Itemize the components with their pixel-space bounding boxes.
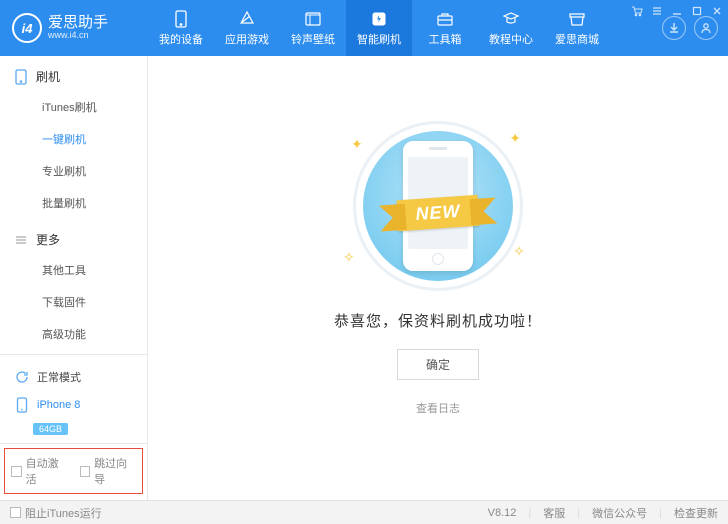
sidebar-item-oneclick-flash[interactable]: 一键刷机 xyxy=(42,123,147,155)
sidebar-item-batch-flash[interactable]: 批量刷机 xyxy=(42,187,147,219)
nav-toolbox[interactable]: 工具箱 xyxy=(412,0,478,56)
sidebar-group-title: 更多 xyxy=(36,231,60,248)
new-ribbon: NEW xyxy=(397,195,480,232)
sidebar-item-other-tools[interactable]: 其他工具 xyxy=(42,254,147,286)
highlighted-options: 自动激活 跳过向导 xyxy=(4,448,143,494)
tutorial-icon xyxy=(502,10,520,28)
close-button[interactable] xyxy=(710,4,724,18)
user-button[interactable] xyxy=(694,16,718,40)
top-nav: 我的设备 应用游戏 铃声壁纸 智能刷机 工具箱 教程中心 爱思商城 xyxy=(148,0,662,56)
sparkle-icon: ✧ xyxy=(343,249,355,266)
main-content: NEW ✦ ✦ ✧ ✧ 恭喜您，保资料刷机成功啦！ 确定 查看日志 xyxy=(148,56,728,500)
wallpaper-icon xyxy=(304,10,322,28)
view-log-link[interactable]: 查看日志 xyxy=(416,400,460,416)
wechat-link[interactable]: 微信公众号 xyxy=(592,505,647,521)
checkbox-auto-activate[interactable]: 自动激活 xyxy=(11,455,68,487)
nav-label: 智能刷机 xyxy=(357,31,401,47)
sidebar-item-download-firmware[interactable]: 下载固件 xyxy=(42,286,147,318)
nav-tutorial[interactable]: 教程中心 xyxy=(478,0,544,56)
sparkle-icon: ✧ xyxy=(513,243,525,260)
refresh-icon xyxy=(14,369,30,385)
storage-badge: 64GB xyxy=(33,423,68,435)
device-icon xyxy=(14,397,30,413)
checkbox-box xyxy=(10,507,21,518)
sidebar-item-pro-flash[interactable]: 专业刷机 xyxy=(42,155,147,187)
app-title: 爱思助手 xyxy=(48,15,108,32)
nav-store[interactable]: 爱思商城 xyxy=(544,0,610,56)
nav-label: 工具箱 xyxy=(429,31,462,47)
store-icon xyxy=(568,10,586,28)
app-logo: i4 爱思助手 www.i4.cn xyxy=(0,0,148,56)
checkbox-box xyxy=(80,466,91,477)
checkbox-label: 自动激活 xyxy=(26,455,68,487)
nav-apps[interactable]: 应用游戏 xyxy=(214,0,280,56)
nav-ringtones[interactable]: 铃声壁纸 xyxy=(280,0,346,56)
menu-icon[interactable] xyxy=(650,4,664,18)
more-icon xyxy=(14,233,28,247)
checkbox-skip-guide[interactable]: 跳过向导 xyxy=(80,455,137,487)
checkbox-box xyxy=(11,466,22,477)
nav-label: 爱思商城 xyxy=(555,31,599,47)
device-info[interactable]: iPhone 8 xyxy=(10,391,137,419)
minimize-button[interactable] xyxy=(670,4,684,18)
ok-button[interactable]: 确定 xyxy=(397,349,479,380)
flash-icon xyxy=(370,10,388,28)
nav-label: 铃声壁纸 xyxy=(291,31,335,47)
sidebar: 刷机 iTunes刷机 一键刷机 专业刷机 批量刷机 更多 其他工具 下载固件 … xyxy=(0,56,148,500)
sidebar-item-itunes-flash[interactable]: iTunes刷机 xyxy=(42,91,147,123)
toolbox-icon xyxy=(436,10,454,28)
sidebar-group-more[interactable]: 更多 xyxy=(0,219,147,254)
support-link[interactable]: 客服 xyxy=(543,505,565,521)
nav-label: 教程中心 xyxy=(489,31,533,47)
sidebar-item-advanced[interactable]: 高级功能 xyxy=(42,318,147,350)
sidebar-group-title: 刷机 xyxy=(36,68,60,85)
version-label: V8.12 xyxy=(488,507,517,519)
device-name: iPhone 8 xyxy=(37,399,80,411)
check-update-link[interactable]: 检查更新 xyxy=(674,505,718,521)
sparkle-icon: ✦ xyxy=(351,136,363,153)
cart-icon[interactable] xyxy=(630,4,644,18)
phone-outline-icon xyxy=(14,69,28,85)
nav-label: 我的设备 xyxy=(159,31,203,47)
checkbox-block-itunes[interactable]: 阻止iTunes运行 xyxy=(10,505,102,521)
download-button[interactable] xyxy=(662,16,686,40)
status-bar: 阻止iTunes运行 V8.12 | 客服 | 微信公众号 | 检查更新 xyxy=(0,500,728,524)
checkbox-label: 阻止iTunes运行 xyxy=(25,505,102,521)
nav-label: 应用游戏 xyxy=(225,31,269,47)
success-message: 恭喜您，保资料刷机成功啦！ xyxy=(334,310,542,331)
nav-my-device[interactable]: 我的设备 xyxy=(148,0,214,56)
sidebar-group-flash[interactable]: 刷机 xyxy=(0,56,147,91)
maximize-button[interactable] xyxy=(690,4,704,18)
success-illustration: NEW ✦ ✦ ✧ ✧ xyxy=(333,116,543,296)
apps-icon xyxy=(238,10,256,28)
mode-label: 正常模式 xyxy=(37,369,81,385)
device-mode[interactable]: 正常模式 xyxy=(10,363,137,391)
sparkle-icon: ✦ xyxy=(509,130,521,147)
app-url: www.i4.cn xyxy=(48,31,108,41)
logo-icon: i4 xyxy=(12,13,42,43)
phone-icon xyxy=(172,10,190,28)
nav-flash[interactable]: 智能刷机 xyxy=(346,0,412,56)
checkbox-label: 跳过向导 xyxy=(94,455,136,487)
